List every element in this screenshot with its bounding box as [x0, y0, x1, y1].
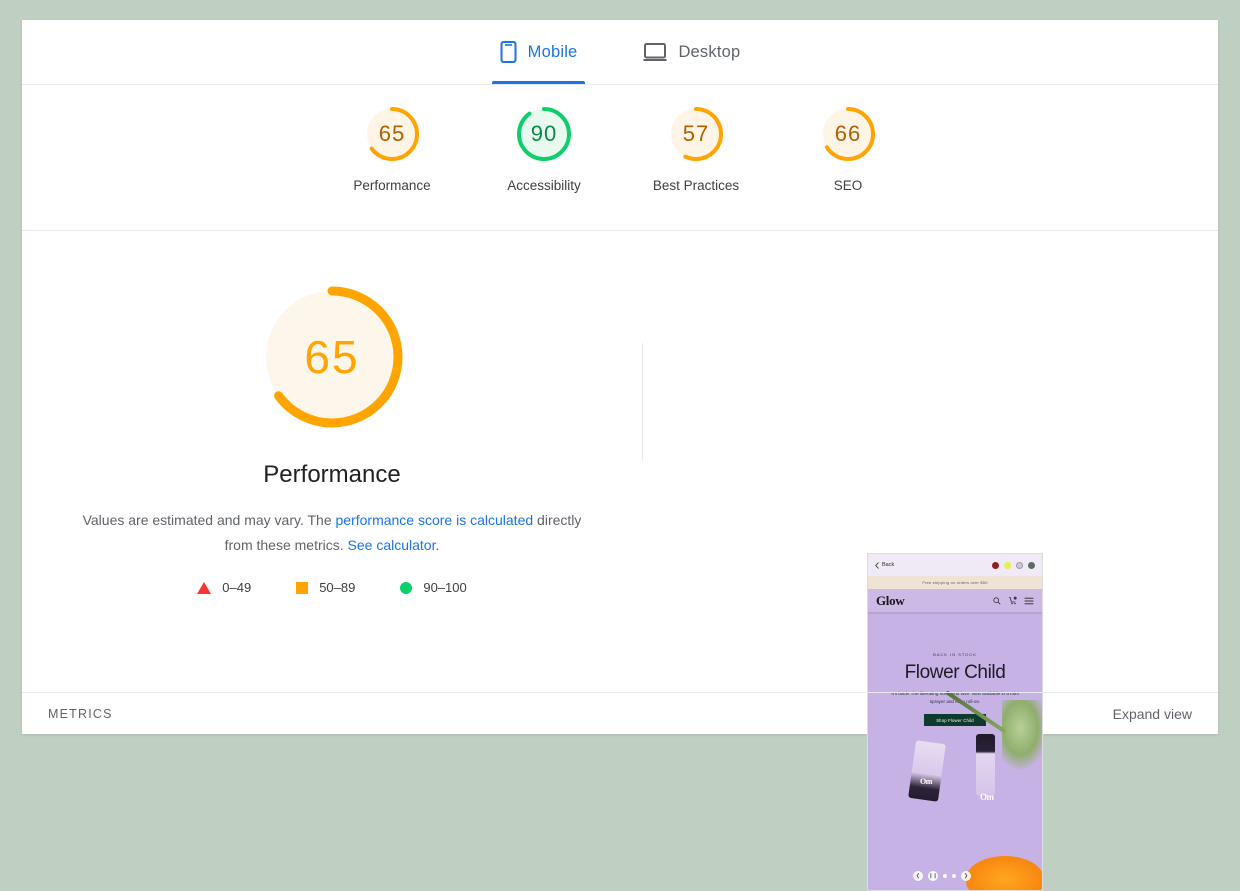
search-icon — [993, 596, 1001, 604]
product-bottle-a — [908, 740, 946, 802]
gauge-label: SEO — [833, 178, 863, 193]
vertical-divider — [642, 343, 643, 461]
performance-gauge-value: 65 — [304, 331, 360, 383]
thumbnail-eyebrow: BACK IN STOCK — [933, 652, 977, 657]
thumbnail-headline: Flower Child — [904, 662, 1006, 683]
thumbnail-nav-icons — [993, 596, 1034, 605]
carousel-dot — [952, 874, 956, 878]
orange-decoration — [966, 856, 1042, 890]
gauge-value: 65 — [378, 121, 406, 146]
swatch-red — [992, 561, 999, 569]
category-score-summary: 65 Performance 90 Accessibility 57 Best … — [22, 85, 1218, 231]
gauge-value: 90 — [530, 121, 558, 146]
performance-description: Values are estimated and may vary. The p… — [82, 508, 582, 558]
expand-view-button[interactable]: Expand view — [1113, 706, 1192, 722]
metrics-footer: METRICS Expand view — [22, 692, 1218, 734]
product-bottle-b — [976, 734, 995, 796]
gauge-label: Performance — [353, 178, 431, 193]
score-legend: 0–49 50–89 90–100 — [22, 580, 642, 595]
page-title: Performance — [263, 461, 401, 488]
legend-label: 50–89 — [319, 580, 356, 595]
carousel-pause-icon: ❙❙ — [928, 871, 938, 881]
gauge-value: 66 — [834, 121, 862, 146]
thumbnail-site-nav: Glow — [868, 589, 1042, 614]
product-label-a: Om — [920, 777, 932, 786]
carousel-next-icon: ❯ — [961, 871, 971, 881]
square-icon — [296, 581, 309, 594]
performance-gauge: 65 — [252, 277, 412, 437]
gauge-ring: 90 — [513, 103, 575, 165]
thumbnail-hero: BACK IN STOCK Flower Child It's back! Th… — [868, 614, 1042, 890]
thumbnail-logo: Glow — [876, 592, 905, 608]
triangle-icon — [197, 581, 212, 594]
carousel-prev-icon: ❮ — [913, 871, 923, 881]
summary-gauge-performance[interactable]: 65 Performance — [344, 103, 440, 193]
legend-label: 0–49 — [222, 580, 252, 595]
legend-item-pass: 90–100 — [400, 580, 467, 595]
tab-mobile-label: Mobile — [527, 42, 578, 61]
carousel-dot — [943, 874, 947, 878]
gauge-ring: 65 — [361, 103, 423, 165]
gauge-value: 57 — [682, 121, 710, 146]
cart-icon — [1009, 596, 1017, 605]
gauge-label: Accessibility — [507, 178, 581, 193]
back-icon: Back — [875, 561, 895, 569]
swatch-group — [992, 561, 1035, 569]
desktop-icon — [643, 42, 667, 62]
circle-icon — [400, 581, 413, 594]
swatch-olive — [1028, 561, 1035, 569]
desc-text-1: Values are estimated and may vary. The — [82, 512, 336, 528]
pagespeed-result-card: Mobile Desktop 65 Performance 90 Accessi… — [22, 20, 1218, 891]
metrics-section-label: METRICS — [48, 706, 113, 721]
gauge-label: Best Practices — [652, 178, 740, 193]
performance-block: 65 Performance Values are estimated and … — [22, 231, 642, 595]
summary-gauge-accessibility[interactable]: 90 Accessibility — [496, 103, 592, 193]
thumbnail-promo-bar: Free shipping on orders over $50 — [868, 576, 1042, 589]
thumbnail-browser-bar: Back — [868, 554, 1042, 576]
product-label-b: Om — [980, 792, 994, 802]
phone-icon — [500, 41, 517, 63]
legend-label: 90–100 — [423, 580, 467, 595]
tab-mobile[interactable]: Mobile — [491, 20, 586, 84]
form-factor-tabs: Mobile Desktop — [22, 20, 1218, 85]
performance-detail-section: 65 Performance Values are estimated and … — [22, 231, 1218, 891]
summary-gauge-seo[interactable]: 66 SEO — [800, 103, 896, 193]
gauge-ring: 66 — [817, 103, 879, 165]
see-calculator-link[interactable]: See calculator. — [348, 537, 440, 553]
thumbnail-back-label: Back — [882, 562, 895, 568]
performance-score-link[interactable]: performance score is calculated — [336, 512, 534, 528]
gauge-ring: 57 — [665, 103, 727, 165]
swatch-silver — [1016, 561, 1023, 569]
legend-item-average: 50–89 — [296, 580, 355, 595]
thumbnail-carousel-controls: ❮ ❙❙ ❯ — [913, 871, 971, 881]
tab-desktop-label: Desktop — [678, 42, 741, 61]
tab-desktop[interactable]: Desktop — [635, 20, 748, 84]
swatch-yellow — [1004, 561, 1011, 569]
hamburger-menu-icon — [1024, 597, 1034, 604]
legend-item-fail: 0–49 — [197, 580, 251, 595]
summary-gauge-best-practices[interactable]: 57 Best Practices — [648, 103, 744, 193]
